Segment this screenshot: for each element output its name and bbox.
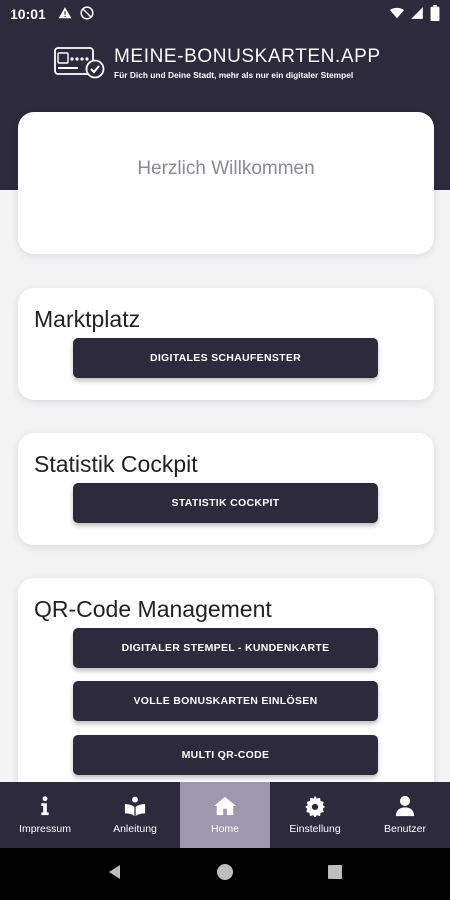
- status-bar: 10:01: [0, 0, 450, 28]
- user-icon: [395, 795, 415, 817]
- multi-qr-code-button[interactable]: MULTI QR-CODE: [73, 735, 378, 775]
- digitales-schaufenster-button[interactable]: DIGITALES SCHAUFENSTER: [73, 338, 378, 378]
- info-icon: [41, 796, 49, 816]
- nav-label: Einstellung: [289, 823, 341, 835]
- system-nav-bar: [0, 848, 450, 900]
- recents-icon[interactable]: [326, 863, 344, 886]
- home-icon: [214, 796, 236, 816]
- nav-label: Anleitung: [113, 823, 157, 835]
- app-logo: MEINE-BONUSKARTEN.APP Für Dich und Deine…: [54, 46, 381, 80]
- brand-name: MEINE-BONUSKARTEN.APP: [114, 46, 381, 67]
- home-circle-icon[interactable]: [216, 863, 234, 886]
- signal-icon: [410, 6, 424, 23]
- nav-item-home[interactable]: Home: [180, 782, 270, 848]
- nav-label: Home: [210, 823, 239, 835]
- alert-icon: [58, 6, 72, 23]
- gear-icon: [305, 795, 326, 817]
- battery-icon: [430, 4, 440, 24]
- wifi-icon: [390, 6, 404, 23]
- qr-management-card: QR-Code Management DIGITALER STEMPEL - K…: [18, 578, 434, 808]
- status-time: 10:01: [10, 6, 46, 22]
- do-not-disturb-icon: [80, 5, 94, 23]
- statistik-cockpit-button[interactable]: STATISTIK COCKPIT: [73, 483, 378, 523]
- nav-label: Impressum: [19, 823, 71, 835]
- qr-management-title: QR-Code Management: [34, 596, 272, 622]
- marktplatz-card: Marktplatz DIGITALES SCHAUFENSTER: [18, 288, 434, 400]
- statistik-title: Statistik Cockpit: [34, 451, 198, 477]
- nav-item-benutzer[interactable]: Benutzer: [360, 782, 450, 848]
- digitaler-stempel-button[interactable]: DIGITALER STEMPEL - KUNDENKARTE: [73, 628, 378, 668]
- nav-item-impressum[interactable]: Impressum: [0, 782, 90, 848]
- statistik-card: Statistik Cockpit STATISTIK COCKPIT: [18, 433, 434, 545]
- brand-tagline: Für Dich und Deine Stadt, mehr als nur e…: [114, 70, 354, 80]
- nav-label: Benutzer: [383, 823, 427, 835]
- welcome-card: Herzlich Willkommen: [18, 112, 434, 254]
- marktplatz-title: Marktplatz: [34, 306, 141, 332]
- bonuskarten-einloesen-button[interactable]: VOLLE BONUSKARTEN EINLÖSEN: [73, 681, 378, 721]
- back-icon[interactable]: [106, 863, 124, 886]
- nav-item-einstellung[interactable]: Einstellung: [270, 782, 360, 848]
- bonuscard-logo-icon: [54, 47, 105, 79]
- nav-item-anleitung[interactable]: Anleitung: [90, 782, 180, 848]
- book-reader-icon: [124, 796, 146, 817]
- welcome-text: Herzlich Willkommen: [137, 158, 315, 179]
- bottom-nav: Impressum Anleitung Home Einstellung Ben…: [0, 782, 450, 848]
